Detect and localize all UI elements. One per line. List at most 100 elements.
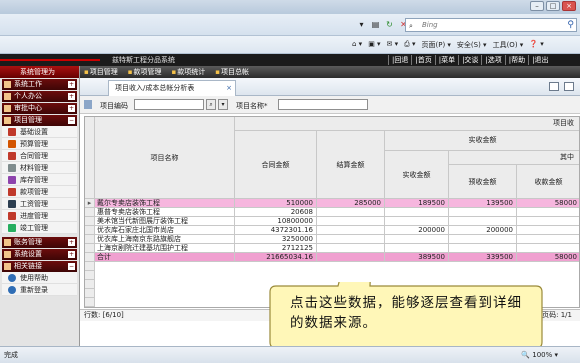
page-menu[interactable]: 页面(P) ▾ xyxy=(422,40,451,50)
row-indicator[interactable] xyxy=(85,208,95,217)
row-indicator[interactable] xyxy=(85,253,95,262)
home-icon[interactable]: ⌂ ▾ xyxy=(352,40,362,50)
table-cell-settle[interactable] xyxy=(317,208,385,217)
col-header-prepay[interactable]: 预收金额 xyxy=(449,165,517,199)
col-header-settle[interactable]: 结算金额 xyxy=(317,131,385,199)
sidebar-section-approval-center[interactable]: 审批中心 + xyxy=(2,103,77,114)
feeds-icon[interactable]: ▣ ▾ xyxy=(368,40,380,50)
tab-income-cost-ledger[interactable]: 项目收入/成本总帐分析表 × xyxy=(108,80,236,96)
table-cell-actual[interactable]: 200000 xyxy=(385,226,449,235)
expand-icon[interactable]: + xyxy=(68,81,75,88)
table-cell-contract[interactable]: 10800000 xyxy=(235,217,317,226)
total-cell-prepay[interactable]: 339500 xyxy=(449,253,517,262)
nav-menu[interactable]: |菜单 xyxy=(434,55,458,65)
help-menu[interactable]: ❓ ▾ xyxy=(529,40,543,50)
filter-toggle-icon[interactable] xyxy=(84,100,92,109)
nav-help[interactable]: |帮助 xyxy=(504,55,528,65)
collapse-icon[interactable]: − xyxy=(68,117,75,124)
nav-exit[interactable]: |退出 xyxy=(528,55,551,65)
dropdown-icon[interactable]: ▾ xyxy=(218,99,228,110)
sidebar-section-personal-office[interactable]: 个人办公 + xyxy=(2,91,77,102)
table-cell-actual[interactable] xyxy=(385,244,449,253)
nav-home[interactable]: |首页 xyxy=(411,55,434,65)
mail-icon[interactable]: ✉ ▾ xyxy=(387,40,399,50)
export-icon[interactable] xyxy=(549,82,559,91)
search-input[interactable]: ⌕ Bing ⚲ xyxy=(405,18,577,32)
sidebar-section-links[interactable]: 相关链接 − xyxy=(2,261,77,272)
project-name-input[interactable] xyxy=(278,99,368,110)
table-cell-prepay[interactable] xyxy=(449,244,517,253)
sidebar-item-salary[interactable]: 工资管理 xyxy=(2,198,77,210)
total-cell-contract[interactable]: 21665034.16 xyxy=(235,253,317,262)
table-cell-actual[interactable] xyxy=(385,235,449,244)
tools-menu[interactable]: 工具(O) ▾ xyxy=(493,40,524,50)
table-cell-settle[interactable] xyxy=(317,217,385,226)
safety-menu[interactable]: 安全(S) ▾ xyxy=(457,40,487,50)
sidebar-section-project-mgmt[interactable]: 项目管理 − xyxy=(2,115,77,126)
sidebar-link-help[interactable]: 使用帮助 xyxy=(2,272,77,284)
sidebar-section-system-settings[interactable]: 系统设置 + xyxy=(2,249,77,260)
row-indicator[interactable] xyxy=(85,235,95,244)
sidebar-item-progress[interactable]: 进度管理 xyxy=(2,210,77,222)
minimize-icon[interactable]: – xyxy=(530,1,544,11)
maximize-icon[interactable]: □ xyxy=(546,1,560,11)
expand-icon[interactable]: + xyxy=(68,93,75,100)
row-indicator[interactable]: ▸ xyxy=(85,199,95,208)
expand-icon[interactable]: + xyxy=(68,239,75,246)
total-cell-actual[interactable]: 389500 xyxy=(385,253,449,262)
sidebar-section-system-work[interactable]: 系统工作 + xyxy=(2,79,77,90)
table-cell-settle[interactable] xyxy=(317,244,385,253)
table-cell-progress[interactable] xyxy=(517,208,579,217)
print-icon[interactable]: ⎙ ▾ xyxy=(404,40,415,50)
table-cell-actual[interactable] xyxy=(385,217,449,226)
table-cell-progress[interactable] xyxy=(517,217,579,226)
compat-icon[interactable]: ▤ xyxy=(370,19,381,30)
collapse-icon[interactable]: − xyxy=(68,263,75,270)
expand-icon[interactable]: + xyxy=(68,251,75,258)
table-cell-settle[interactable] xyxy=(317,235,385,244)
search-go-icon[interactable]: ⚲ xyxy=(567,19,574,31)
table-cell-settle[interactable]: 285000 xyxy=(317,199,385,208)
row-indicator[interactable] xyxy=(85,217,95,226)
table-cell-progress[interactable] xyxy=(517,244,579,253)
row-indicator[interactable] xyxy=(85,244,95,253)
dropdown-icon[interactable]: ▾ xyxy=(356,19,367,30)
sidebar-item-budget[interactable]: 预算管理 xyxy=(2,138,77,150)
print-icon[interactable] xyxy=(564,82,574,91)
nav-options[interactable]: |选项 xyxy=(481,55,504,65)
table-cell-contract[interactable]: 510000 xyxy=(235,199,317,208)
sidebar-item-contract[interactable]: 合同管理 xyxy=(2,150,77,162)
close-icon[interactable]: × xyxy=(562,1,576,11)
col-header-name[interactable]: 项目名称 xyxy=(95,117,235,199)
col-header-contract[interactable]: 合同金额 xyxy=(235,131,317,199)
sidebar-item-inventory[interactable]: 库存管理 xyxy=(2,174,77,186)
row-indicator[interactable] xyxy=(85,226,95,235)
table-cell-prepay[interactable] xyxy=(449,208,517,217)
sidebar-item-basic-settings[interactable]: 基础设置 xyxy=(2,126,77,138)
sidebar-item-payment[interactable]: 款项管理 xyxy=(2,186,77,198)
table-cell-prepay[interactable]: 200000 xyxy=(449,226,517,235)
col-header-actual[interactable]: 实收金额 xyxy=(385,151,449,199)
table-cell-progress[interactable] xyxy=(517,226,579,235)
total-cell-settle[interactable] xyxy=(317,253,385,262)
nav-chat[interactable]: |交谈 xyxy=(458,55,481,65)
table-cell-contract[interactable]: 20608 xyxy=(235,208,317,217)
table-cell-contract[interactable]: 3250000 xyxy=(235,235,317,244)
sidebar-link-relogin[interactable]: 重新登录 xyxy=(2,284,77,296)
sidebar-item-material[interactable]: 材料管理 xyxy=(2,162,77,174)
nav-back[interactable]: |回退 xyxy=(388,55,411,65)
table-cell-actual[interactable]: 189500 xyxy=(385,199,449,208)
project-code-input[interactable] xyxy=(134,99,204,110)
col-header-progress[interactable]: 收款金额 xyxy=(517,165,579,199)
table-cell-progress[interactable]: 58000 xyxy=(517,199,579,208)
table-cell-prepay[interactable] xyxy=(449,235,517,244)
sidebar-item-completion[interactable]: 竣工管理 xyxy=(2,222,77,234)
menu-project-mgmt[interactable]: ▪项目管理 xyxy=(84,67,118,77)
zoom-level[interactable]: 🔍 100% ▾ xyxy=(521,347,558,363)
close-tab-icon[interactable]: × xyxy=(226,81,232,95)
menu-project-ledger[interactable]: ▪项目总帐 xyxy=(215,67,249,77)
menu-payment-mgmt[interactable]: ▪款项管理 xyxy=(128,67,162,77)
total-cell-progress[interactable]: 58000 xyxy=(517,253,579,262)
table-cell-prepay[interactable]: 139500 xyxy=(449,199,517,208)
table-cell-contract[interactable]: 2712125 xyxy=(235,244,317,253)
